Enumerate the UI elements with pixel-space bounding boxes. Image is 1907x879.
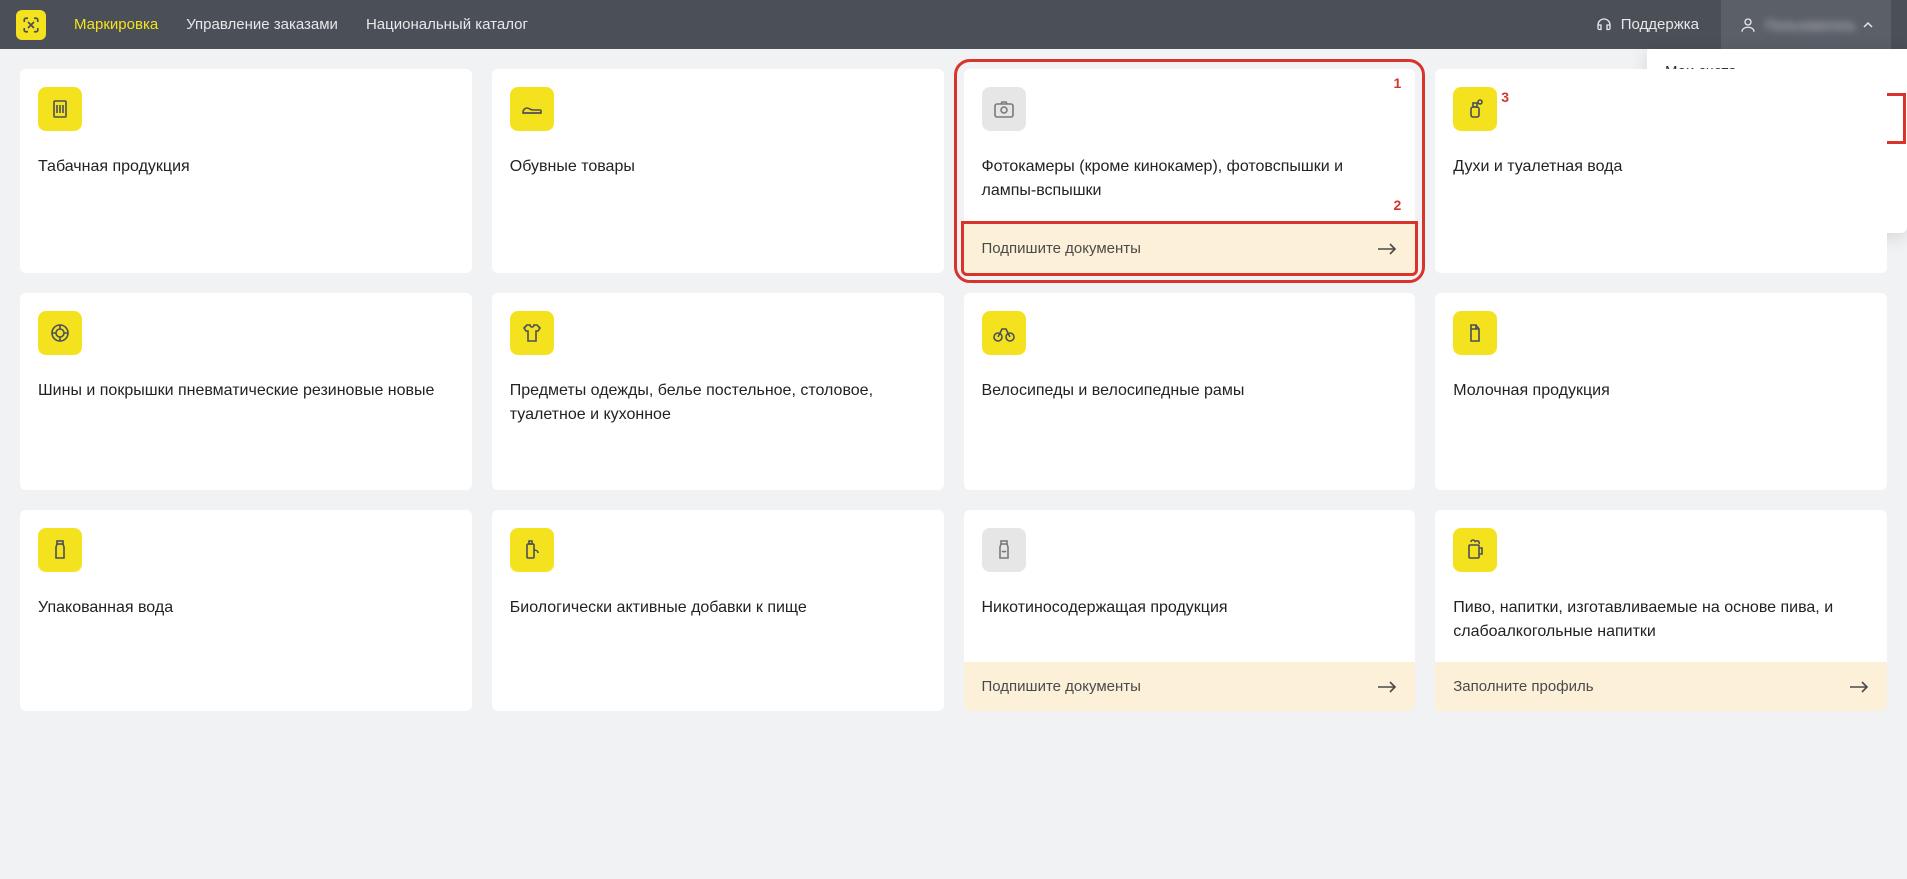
bicycle-icon xyxy=(982,311,1026,355)
card-title: Обувные товары xyxy=(510,155,926,179)
card-bicycles[interactable]: Велосипеды и велосипедные рамы xyxy=(964,293,1416,490)
card-milk[interactable]: Молочная продукция xyxy=(1435,293,1887,490)
annotation-3: 3 xyxy=(1501,89,1509,105)
card-water[interactable]: Упакованная вода xyxy=(20,510,472,711)
user-name: Пользователь xyxy=(1765,17,1855,33)
logo-icon[interactable] xyxy=(16,10,46,40)
tobacco-icon xyxy=(38,87,82,131)
nav-catalog[interactable]: Национальный каталог xyxy=(366,16,528,33)
card-title: Упакованная вода xyxy=(38,596,454,620)
card-title: Биологически активные добавки к пище xyxy=(510,596,926,620)
action-label: Подпишите документы xyxy=(982,240,1141,257)
cards-grid: Табачная продукция Обувные товары 1 2 Фо… xyxy=(20,69,1887,711)
user-icon xyxy=(1739,16,1757,34)
card-title: Шины и покрышки пневматические резиновые… xyxy=(38,379,454,403)
nav-marking[interactable]: Маркировка xyxy=(74,16,158,33)
arrow-right-icon xyxy=(1849,680,1869,694)
card-title: Никотиносодержащая продукция xyxy=(982,596,1398,620)
card-clothes[interactable]: Предметы одежды, белье постельное, столо… xyxy=(492,293,944,490)
clothes-icon xyxy=(510,311,554,355)
card-title: Велосипеды и велосипедные рамы xyxy=(982,379,1398,403)
card-tires[interactable]: Шины и покрышки пневматические резиновые… xyxy=(20,293,472,490)
support-button[interactable]: Поддержка xyxy=(1595,16,1699,34)
action-label: Подпишите документы xyxy=(982,678,1141,695)
support-label: Поддержка xyxy=(1621,16,1699,33)
card-shoes[interactable]: Обувные товары xyxy=(492,69,944,273)
header: Маркировка Управление заказами Националь… xyxy=(0,0,1907,49)
card-title: Пиво, напитки, изготавливаемые на основе… xyxy=(1453,596,1869,644)
sign-documents-button[interactable]: Подпишите документы xyxy=(961,221,1419,276)
card-tobacco[interactable]: Табачная продукция xyxy=(20,69,472,273)
card-title: Молочная продукция xyxy=(1453,379,1869,403)
supplement-icon xyxy=(510,528,554,572)
perfume-icon xyxy=(1453,87,1497,131)
card-title: Табачная продукция xyxy=(38,155,454,179)
main-nav: Маркировка Управление заказами Националь… xyxy=(74,16,528,33)
arrow-right-icon xyxy=(1377,242,1397,256)
chevron-up-icon xyxy=(1863,20,1873,30)
content: Табачная продукция Обувные товары 1 2 Фо… xyxy=(0,49,1907,731)
card-title: Предметы одежды, белье постельное, столо… xyxy=(510,379,926,427)
annotation-2: 2 xyxy=(1393,197,1401,213)
card-supplements[interactable]: Биологически активные добавки к пище xyxy=(492,510,944,711)
card-title: Фотокамеры (кроме кинокамер), фотовспышк… xyxy=(982,155,1398,203)
card-nicotine[interactable]: Никотиносодержащая продукция Подпишите д… xyxy=(964,510,1416,711)
card-cameras[interactable]: 1 2 Фотокамеры (кроме кинокамер), фотовс… xyxy=(964,69,1416,273)
water-icon xyxy=(38,528,82,572)
action-label: Заполните профиль xyxy=(1453,678,1593,695)
nav-orders[interactable]: Управление заказами xyxy=(186,16,338,33)
fill-profile-button[interactable]: Заполните профиль xyxy=(1435,662,1887,711)
tire-icon xyxy=(38,311,82,355)
camera-icon xyxy=(982,87,1026,131)
annotation-1: 1 xyxy=(1393,75,1401,91)
card-perfume[interactable]: 3 Духи и туалетная вода xyxy=(1435,69,1887,273)
arrow-right-icon xyxy=(1377,680,1397,694)
card-beer[interactable]: Пиво, напитки, изготавливаемые на основе… xyxy=(1435,510,1887,711)
card-title: Духи и туалетная вода xyxy=(1453,155,1869,179)
user-menu-button[interactable]: Пользователь xyxy=(1721,0,1891,49)
headset-icon xyxy=(1595,16,1613,34)
beer-icon xyxy=(1453,528,1497,572)
milk-icon xyxy=(1453,311,1497,355)
sign-documents-button[interactable]: Подпишите документы xyxy=(964,662,1416,711)
shoe-icon xyxy=(510,87,554,131)
nicotine-icon xyxy=(982,528,1026,572)
